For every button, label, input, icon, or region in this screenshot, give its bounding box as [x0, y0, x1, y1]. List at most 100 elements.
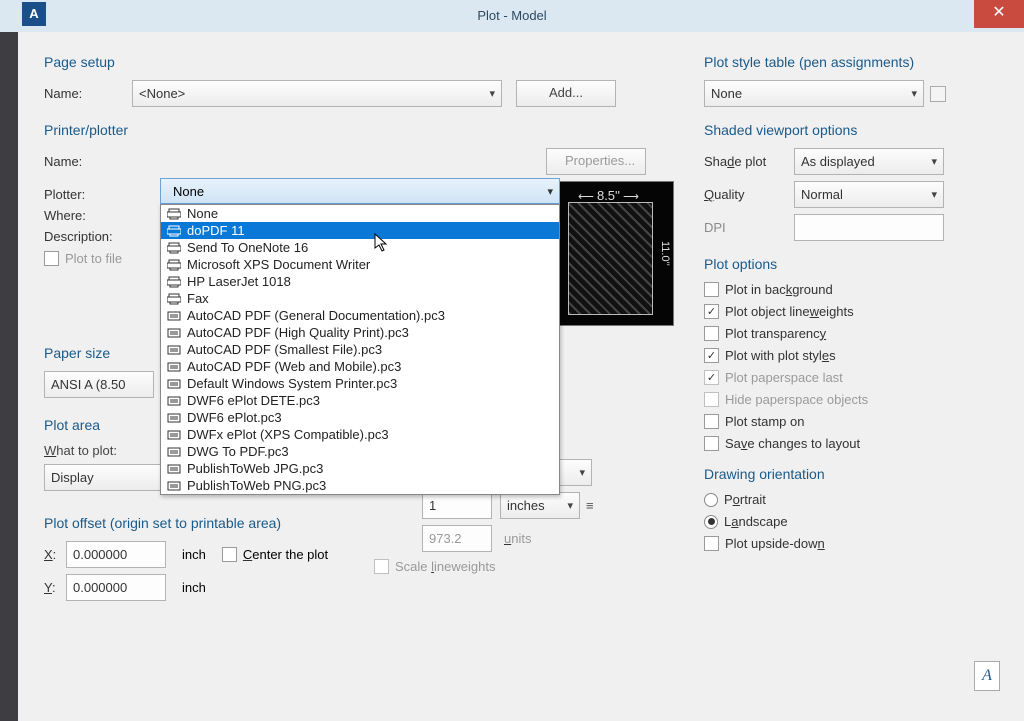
- chevron-down-icon: ▾: [911, 87, 917, 100]
- printer-option[interactable]: HP LaserJet 1018: [161, 273, 559, 290]
- dpi-label: DPI: [704, 220, 794, 235]
- plotter-config-icon: [167, 327, 181, 339]
- group-orientation: Drawing orientation: [704, 466, 1006, 482]
- printer-properties-button[interactable]: Properties...: [546, 148, 646, 175]
- preview-width: ⟵ 8.5'' ⟶: [560, 188, 657, 203]
- offset-y-input[interactable]: [66, 574, 166, 601]
- printer-option-label: AutoCAD PDF (High Quality Print).pc3: [187, 325, 409, 340]
- quality-select[interactable]: Normal▾: [794, 181, 944, 208]
- hide-paperspace-label: Hide paperspace objects: [725, 392, 868, 407]
- scale-den-label: units: [504, 531, 531, 546]
- shade-plot-select[interactable]: As displayed▾: [794, 148, 944, 175]
- printer-option[interactable]: PublishToWeb PNG.pc3: [161, 477, 559, 494]
- printer-option[interactable]: AutoCAD PDF (Web and Mobile).pc3: [161, 358, 559, 375]
- plot-dialog: D A Plot - Model ✕ Page setup Name: <Non…: [0, 0, 1024, 721]
- printer-option[interactable]: Fax: [161, 290, 559, 307]
- printer-option[interactable]: AutoCAD PDF (High Quality Print).pc3: [161, 324, 559, 341]
- group-plot-options: Plot options: [704, 256, 1006, 272]
- printer-icon: [167, 276, 181, 288]
- plot-styles-checkbox[interactable]: ✓: [704, 348, 719, 363]
- printer-option-label: None: [187, 206, 218, 221]
- scale-unit-select[interactable]: inches ▾: [500, 492, 580, 519]
- printer-option-label: AutoCAD PDF (Web and Mobile).pc3: [187, 359, 401, 374]
- plot-background-checkbox[interactable]: [704, 282, 719, 297]
- printer-option[interactable]: PublishToWeb JPG.pc3: [161, 460, 559, 477]
- scale-lineweights-label: Scale lineweights: [395, 559, 495, 574]
- printer-option[interactable]: DWF6 ePlot.pc3: [161, 409, 559, 426]
- printer-option-label: PublishToWeb PNG.pc3: [187, 478, 326, 493]
- plotter-config-icon: [167, 480, 181, 492]
- center-plot-label: Center the plot: [243, 547, 328, 562]
- printer-name-label: Name:: [44, 154, 132, 169]
- plot-to-file-label: Plot to file: [65, 251, 122, 266]
- orientation-icon: A: [974, 661, 1000, 691]
- center-plot-checkbox[interactable]: [222, 547, 237, 562]
- printer-option-label: DWF6 ePlot DETE.pc3: [187, 393, 320, 408]
- group-page-setup: Page setup: [44, 54, 674, 70]
- offset-x-input[interactable]: [66, 541, 166, 568]
- plot-transparency-checkbox[interactable]: [704, 326, 719, 341]
- printer-name-dropdown[interactable]: None doPDF 11 Send To OneNote 16Microsoft …: [160, 204, 560, 495]
- shade-plot-label: Shade plot: [704, 154, 794, 169]
- printer-option[interactable]: DWG To PDF.pc3: [161, 443, 559, 460]
- scale-unit-value: inches: [507, 498, 545, 513]
- printer-option[interactable]: Send To OneNote 16: [161, 239, 559, 256]
- page-setup-name-value: <None>: [139, 86, 185, 101]
- description-label: Description:: [44, 229, 142, 244]
- printer-icon: [167, 225, 181, 237]
- printer-option[interactable]: Default Windows System Printer.pc3: [161, 375, 559, 392]
- scale-num-input[interactable]: [422, 492, 492, 519]
- paper-preview: ⟵ 8.5'' ⟶ 11.0'': [559, 181, 674, 326]
- printer-icon: [167, 208, 181, 220]
- chevron-down-icon: ▾: [931, 155, 937, 168]
- what-to-plot-value: Display: [51, 470, 94, 485]
- printer-option-label: doPDF 11: [187, 223, 245, 238]
- printer-option[interactable]: DWFx ePlot (XPS Compatible).pc3: [161, 426, 559, 443]
- save-layout-checkbox[interactable]: [704, 436, 719, 451]
- printer-option[interactable]: AutoCAD PDF (Smallest File).pc3: [161, 341, 559, 358]
- plot-style-value: None: [711, 86, 742, 101]
- what-to-plot-select[interactable]: Display ▾: [44, 464, 174, 491]
- dpi-input: [794, 214, 944, 241]
- plot-paperspace-label: Plot paperspace last: [725, 370, 843, 385]
- landscape-radio[interactable]: [704, 515, 718, 529]
- printer-option[interactable]: Microsoft XPS Document Writer: [161, 256, 559, 273]
- equals-icon: ≡: [586, 498, 594, 513]
- paper-size-select[interactable]: ANSI A (8.50: [44, 371, 154, 398]
- plot-paperspace-checkbox: ✓: [704, 370, 719, 385]
- preview-sheet: [568, 202, 653, 315]
- chevron-down-icon: ▾: [931, 188, 937, 201]
- printer-option-label: Send To OneNote 16: [187, 240, 308, 255]
- plot-style-select[interactable]: None ▾: [704, 80, 924, 107]
- printer-icon: [167, 259, 181, 271]
- printer-option-label: HP LaserJet 1018: [187, 274, 291, 289]
- page-setup-name-select[interactable]: <None> ▾: [132, 80, 502, 107]
- group-plot-offset: Plot offset (origin set to printable are…: [44, 515, 344, 531]
- printer-option[interactable]: None: [161, 205, 559, 222]
- plotter-config-icon: [167, 412, 181, 424]
- printer-option-label: AutoCAD PDF (General Documentation).pc3: [187, 308, 445, 323]
- printer-option[interactable]: doPDF 11: [161, 222, 559, 239]
- plotter-config-icon: [167, 361, 181, 373]
- scale-lineweights-checkbox: [374, 559, 389, 574]
- plot-stamp-label: Plot stamp on: [725, 414, 805, 429]
- printer-option[interactable]: AutoCAD PDF (General Documentation).pc3: [161, 307, 559, 324]
- printer-name-select-open[interactable]: None ▾: [160, 178, 560, 204]
- chevron-down-icon: ▾: [489, 87, 495, 100]
- plot-stamp-checkbox[interactable]: [704, 414, 719, 429]
- plot-background-label: Plot in background: [725, 282, 833, 297]
- plot-lineweights-checkbox[interactable]: ✓: [704, 304, 719, 319]
- plot-styles-label: Plot with plot styles: [725, 348, 836, 363]
- plot-style-edit-icon[interactable]: [930, 86, 946, 102]
- scale-den-input: [422, 525, 492, 552]
- printer-icon: [167, 242, 181, 254]
- upside-down-checkbox[interactable]: [704, 536, 719, 551]
- add-page-setup-button[interactable]: Add...: [516, 80, 616, 107]
- plot-to-file-checkbox: [44, 251, 59, 266]
- printer-icon: [167, 293, 181, 305]
- printer-option[interactable]: DWF6 ePlot DETE.pc3: [161, 392, 559, 409]
- chevron-down-icon: ▾: [579, 466, 585, 479]
- portrait-radio[interactable]: [704, 493, 718, 507]
- close-button[interactable]: ✕: [974, 0, 1024, 28]
- plotter-config-icon: [167, 446, 181, 458]
